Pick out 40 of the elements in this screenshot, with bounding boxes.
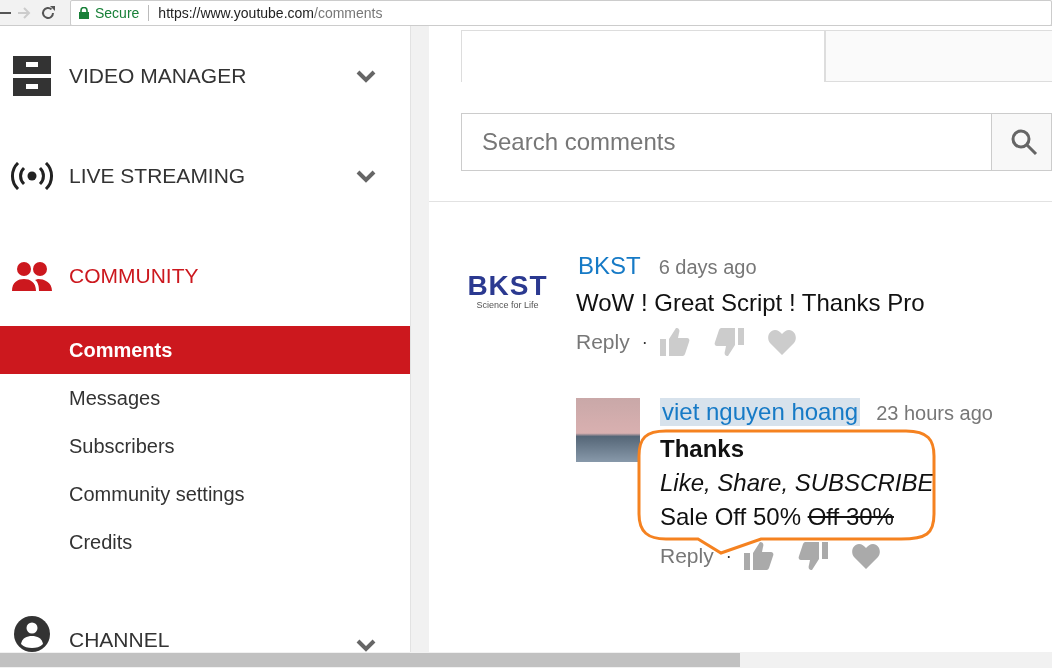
- broadcast-icon: [10, 162, 54, 190]
- heart-icon[interactable]: [851, 543, 880, 569]
- lock-icon: [79, 6, 89, 19]
- drawers-icon: [10, 56, 54, 96]
- heart-icon[interactable]: [767, 329, 796, 355]
- secure-label: Secure: [95, 4, 140, 21]
- people-icon: [10, 261, 54, 291]
- reply-button[interactable]: Reply: [660, 544, 714, 568]
- chevron-down-icon: [356, 169, 376, 183]
- search-button[interactable]: [992, 113, 1052, 171]
- search-icon: [1010, 128, 1038, 156]
- address-bar[interactable]: Secure https://www.youtube.com/comments: [70, 0, 1052, 26]
- sidebar-section[interactable]: LIVE STREAMING: [0, 126, 410, 226]
- url-text: https://www.youtube.com/comments: [158, 4, 383, 21]
- sidebar-item[interactable]: Credits: [0, 518, 410, 566]
- comment-time: 6 days ago: [658, 256, 757, 279]
- tab[interactable]: [461, 30, 825, 82]
- sidebar-section[interactable]: VIDEO MANAGER: [0, 26, 410, 126]
- thumbs-up-icon[interactable]: [659, 328, 690, 356]
- sidebar-item[interactable]: Subscribers: [0, 422, 410, 470]
- chevron-down-icon: [356, 69, 376, 83]
- sidebar-section[interactable]: COMMUNITY: [0, 226, 410, 326]
- channel-logo: BKST Science for Life: [466, 272, 549, 312]
- scrollbar-thumb[interactable]: [0, 653, 740, 667]
- sidebar-item[interactable]: Community settings: [0, 470, 410, 518]
- separator-dot: ·: [641, 331, 648, 353]
- chevron-down-icon: [356, 639, 376, 652]
- sidebar-item[interactable]: Messages: [0, 374, 410, 422]
- thumbs-down-icon[interactable]: [713, 328, 744, 356]
- search-field[interactable]: Search comments: [461, 113, 992, 171]
- sidebar-item[interactable]: Comments: [0, 326, 410, 374]
- thumbs-down-icon[interactable]: [797, 542, 828, 570]
- comment-text: WoW ! Great Script ! Thanks Pro: [576, 288, 926, 318]
- comment-text: Thanks Like, Share, SUBSCRIBE Sale Off 50% Off 30%: [660, 434, 935, 532]
- reply-button[interactable]: Reply: [576, 330, 630, 354]
- comment-time: 23 hours ago: [876, 402, 993, 425]
- photo-placeholder: [576, 398, 640, 462]
- thumbs-up-icon[interactable]: [743, 542, 774, 570]
- author-link[interactable]: BKST: [576, 252, 643, 280]
- separator-dot: ·: [725, 545, 732, 567]
